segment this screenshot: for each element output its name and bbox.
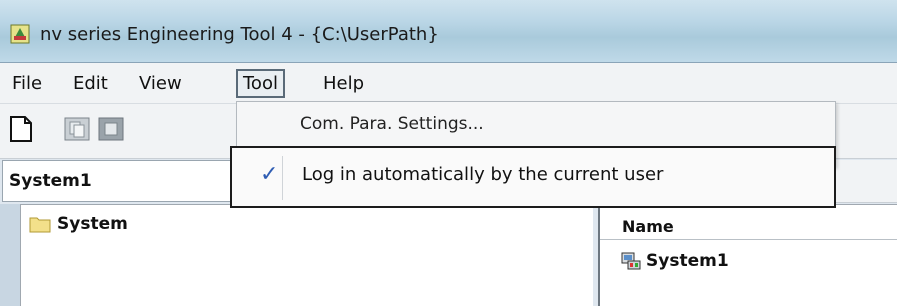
folder-icon [29, 217, 51, 233]
system-icon [621, 252, 641, 270]
paste-icon[interactable] [96, 114, 126, 144]
menu-tool[interactable]: Tool [236, 69, 285, 98]
list-item-label: System1 [646, 251, 729, 271]
splitter[interactable] [0, 204, 21, 306]
menu-edit[interactable]: Edit [67, 71, 114, 96]
menu-file[interactable]: File [6, 71, 48, 96]
menu-item-auto-login-label: Log in automatically by the current user [302, 164, 664, 185]
menu-item-auto-login[interactable]: ✓ Log in automatically by the current us… [230, 146, 836, 208]
tree-pane: System [20, 204, 593, 306]
app-window: nv series Engineering Tool 4 - {C:\UserP… [0, 0, 897, 306]
menu-bar: File Edit View Tool Help [0, 63, 897, 104]
app-icon [10, 24, 30, 44]
menu-help[interactable]: Help [317, 71, 370, 96]
new-document-icon[interactable] [6, 114, 36, 144]
title-bar: nv series Engineering Tool 4 - {C:\UserP… [0, 0, 897, 63]
copy-icon[interactable] [62, 114, 92, 144]
checkmark-icon: ✓ [260, 162, 279, 187]
column-header-name[interactable]: Name [600, 213, 897, 240]
system-selector-value: System1 [9, 171, 92, 191]
list-pane: Name System1 [598, 204, 897, 306]
list-item[interactable]: System1 [620, 249, 729, 273]
tree-item-system[interactable]: System [29, 213, 128, 235]
menu-item-com-para-settings[interactable]: Com. Para. Settings... [300, 114, 484, 134]
menu-separator [282, 156, 283, 200]
column-header-label: Name [622, 217, 674, 236]
menu-view[interactable]: View [133, 71, 188, 96]
tree-item-label: System [57, 214, 128, 234]
window-title: nv series Engineering Tool 4 - {C:\UserP… [40, 24, 439, 45]
